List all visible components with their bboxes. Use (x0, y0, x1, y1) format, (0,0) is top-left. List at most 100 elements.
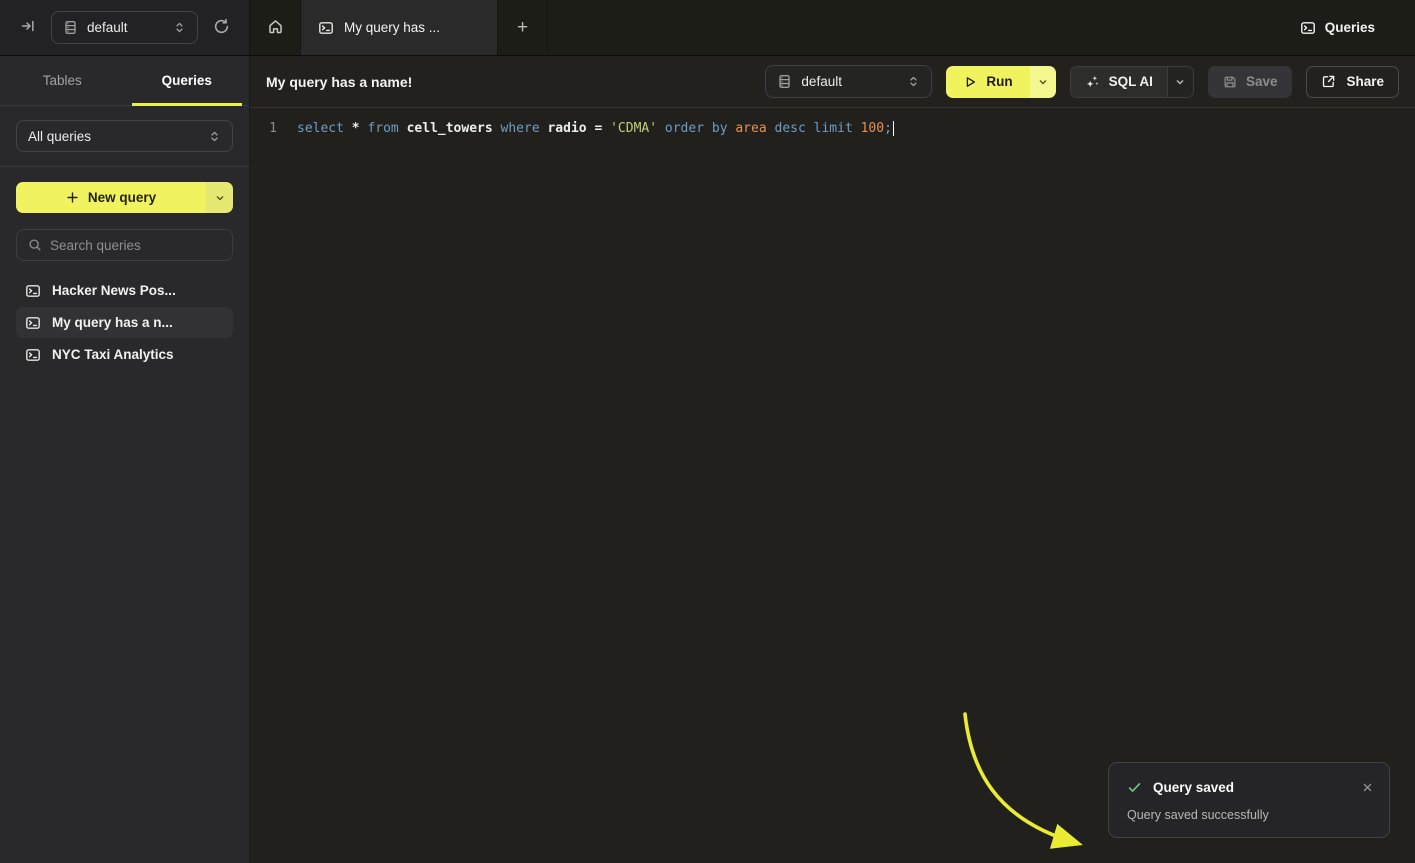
toast-close-button[interactable] (1362, 782, 1373, 793)
sql-ai-dropdown-button[interactable] (1167, 67, 1193, 97)
page-title: My query has a name! (266, 74, 412, 90)
sidebar-content: All queries New query (0, 106, 249, 370)
text-cursor (893, 121, 895, 136)
code-token: ; (884, 121, 892, 136)
tab-strip: My query has ... + Queries (250, 0, 1415, 55)
query-filter-select[interactable]: All queries (16, 120, 233, 152)
code-token: 100 (861, 121, 884, 136)
tab-label: My query has ... (344, 20, 440, 35)
code-token: where (501, 121, 548, 136)
toast-title: Query saved (1153, 780, 1234, 795)
query-list-item[interactable]: My query has a n... (16, 307, 233, 338)
code-token: radio (547, 121, 594, 136)
query-list-item[interactable]: Hacker News Pos... (16, 275, 233, 306)
code-token: = (594, 121, 610, 136)
code-line: 1 select * from cell_towers where radio … (250, 108, 1415, 140)
queries-badge-label: Queries (1325, 20, 1375, 35)
save-button[interactable]: Save (1208, 66, 1293, 98)
code-token: from (367, 121, 406, 136)
editor-header: My query has a name! default (250, 56, 1415, 108)
query-terminal-icon (25, 347, 41, 363)
share-icon (1321, 74, 1336, 89)
toolbar-database-value: default (801, 74, 898, 89)
annotation-arrow (935, 694, 1105, 863)
topbar: default My query has ... (0, 0, 1415, 56)
new-tab-button[interactable]: + (498, 0, 548, 55)
code-token: 'CDMA' (610, 121, 665, 136)
run-label: Run (986, 74, 1012, 89)
search-box (16, 229, 233, 261)
new-query-dropdown-button[interactable] (206, 182, 233, 213)
chevron-updown-icon (173, 21, 186, 34)
toast-query-saved: Query saved Query saved successfully (1108, 762, 1390, 838)
code-token: area (735, 121, 774, 136)
body: Tables Queries All queries New qu (0, 56, 1415, 863)
sidebar-tab-queries[interactable]: Queries (125, 56, 250, 105)
share-button[interactable]: Share (1306, 66, 1399, 98)
plus-icon (66, 191, 79, 204)
topbar-left: default (0, 0, 250, 55)
code-token: desc (775, 121, 814, 136)
query-terminal-icon (318, 20, 334, 36)
code-token: * (352, 121, 368, 136)
query-filter-value: All queries (28, 129, 199, 144)
code-token: by (712, 121, 735, 136)
new-query-split-button: New query (16, 182, 233, 213)
collapse-sidebar-button[interactable] (14, 14, 42, 42)
database-icon (777, 74, 792, 89)
close-icon (1362, 782, 1373, 793)
code-token: select (297, 121, 352, 136)
code-content: select * from cell_towers where radio = … (297, 117, 892, 140)
chevron-down-icon (1037, 76, 1049, 88)
sparkles-icon (1085, 74, 1100, 89)
query-terminal-icon (25, 283, 41, 299)
sidebar: Tables Queries All queries New qu (0, 56, 250, 863)
sql-ai-label: SQL AI (1109, 74, 1153, 89)
line-number: 1 (267, 117, 277, 140)
toast-header: Query saved (1127, 780, 1373, 795)
save-label: Save (1246, 74, 1278, 89)
refresh-button[interactable] (207, 14, 235, 42)
query-list-item[interactable]: NYC Taxi Analytics (16, 339, 233, 370)
query-terminal-icon (1300, 20, 1316, 36)
run-button[interactable]: Run (946, 66, 1029, 98)
editor-toolbar: default Run (765, 65, 1399, 98)
tab-my-query[interactable]: My query has ... (300, 0, 498, 55)
app-window: default My query has ... (0, 0, 1415, 863)
query-list: Hacker News Pos... My query has a n... N… (16, 275, 233, 370)
home-button[interactable] (250, 0, 300, 55)
main-panel: My query has a name! default (250, 56, 1415, 863)
topbar-database-selector[interactable]: default (51, 11, 198, 44)
search-queries-input[interactable] (50, 238, 221, 253)
share-label: Share (1346, 74, 1384, 89)
run-dropdown-button[interactable] (1030, 66, 1056, 98)
home-icon (267, 18, 284, 38)
code-token: order (665, 121, 712, 136)
chevron-updown-icon (907, 75, 920, 88)
sql-ai-split-button: SQL AI (1070, 66, 1194, 98)
check-icon (1127, 780, 1142, 795)
sidebar-tab-tables[interactable]: Tables (0, 56, 125, 105)
chevron-updown-icon (208, 130, 221, 143)
play-icon (963, 75, 977, 89)
toolbar-database-selector[interactable]: default (765, 65, 932, 98)
new-query-button[interactable]: New query (16, 182, 206, 213)
chevron-down-icon (214, 192, 226, 204)
toast-message: Query saved successfully (1127, 808, 1373, 822)
chevron-down-icon (1174, 76, 1186, 88)
topbar-database-value: default (87, 20, 164, 35)
sidebar-tabs: Tables Queries (0, 56, 249, 106)
search-icon (28, 238, 42, 252)
sql-editor-surface[interactable]: 1 select * from cell_towers where radio … (250, 108, 1415, 863)
sql-ai-button[interactable]: SQL AI (1071, 67, 1167, 97)
refresh-icon (213, 18, 230, 38)
query-item-label: Hacker News Pos... (52, 283, 176, 298)
code-token: limit (814, 121, 861, 136)
database-icon (63, 20, 78, 35)
query-item-label: My query has a n... (52, 315, 173, 330)
collapse-sidebar-icon (20, 18, 36, 37)
query-terminal-icon (25, 315, 41, 331)
query-item-label: NYC Taxi Analytics (52, 347, 174, 362)
new-query-label: New query (88, 190, 156, 205)
queries-badge[interactable]: Queries (1300, 0, 1415, 55)
